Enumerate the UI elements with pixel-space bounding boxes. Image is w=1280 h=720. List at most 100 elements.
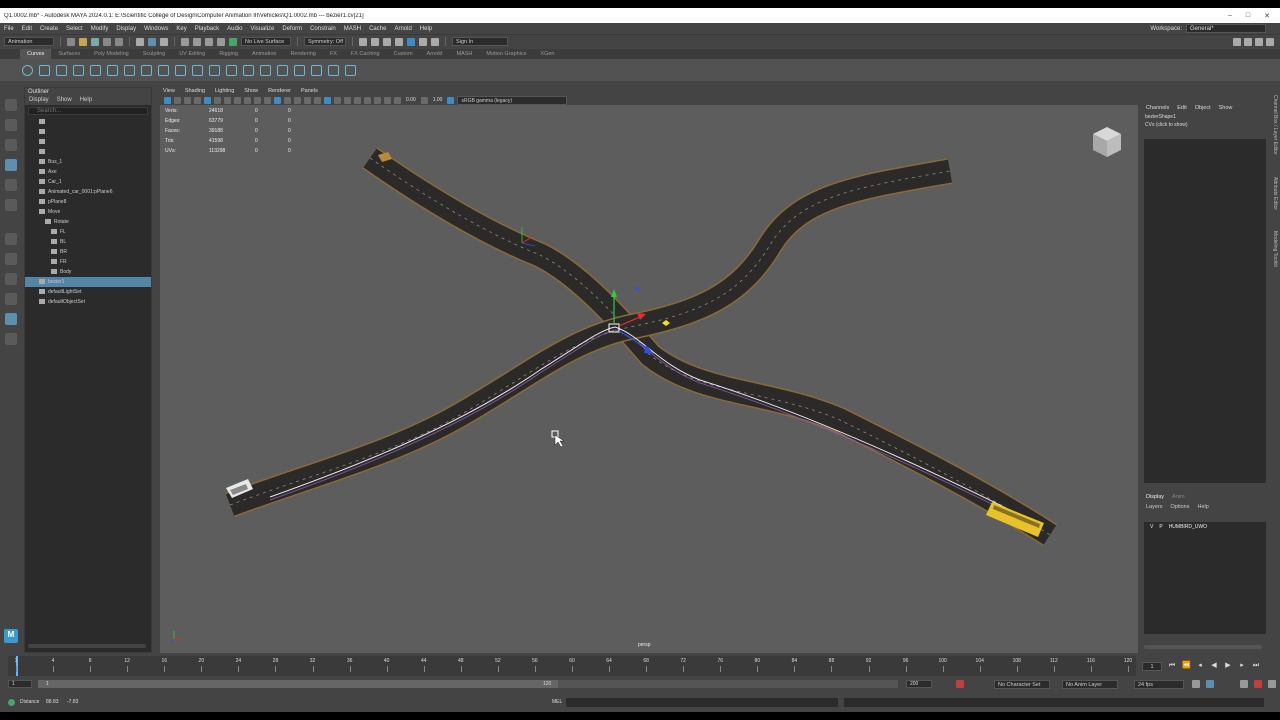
render-settings-icon[interactable] [383, 37, 391, 46]
outliner-horizontal-scrollbar[interactable] [28, 644, 146, 648]
exposure-icon[interactable] [394, 96, 401, 104]
nurbs-circle-icon[interactable] [22, 64, 33, 76]
menu-cache[interactable]: Cache [369, 26, 386, 32]
outliner-layout-icon[interactable] [5, 313, 17, 325]
xray-joints-icon[interactable] [344, 96, 351, 104]
three-point-arc-icon[interactable] [124, 64, 135, 76]
viewport-menu-shading[interactable]: Shading [185, 87, 205, 95]
wireframe-icon[interactable] [274, 96, 281, 104]
channels-edit-menu[interactable]: Edit [1177, 103, 1186, 113]
attach-curves-icon[interactable] [141, 64, 152, 76]
command-input[interactable] [566, 698, 838, 707]
layer-list-scrollbar[interactable] [1144, 645, 1262, 649]
minimize-icon[interactable]: – [1228, 12, 1232, 20]
sound-icon[interactable] [1240, 680, 1248, 688]
animation-preferences-icon[interactable] [1268, 680, 1276, 688]
menu-select[interactable]: Select [66, 26, 83, 32]
viewport-menu-show[interactable]: Show [244, 87, 258, 95]
select-camera-icon[interactable] [164, 96, 171, 104]
safe-title-icon[interactable] [264, 96, 271, 104]
outliner-item[interactable]: bezier1 [25, 277, 151, 287]
layer-row[interactable]: V P HUMBIRD_UWO [1144, 522, 1266, 532]
layers-menu[interactable]: Layers [1146, 502, 1163, 512]
shelf-tab-animation[interactable]: Animation [245, 49, 283, 59]
outliner-item[interactable] [25, 117, 151, 127]
menu-windows[interactable]: Windows [144, 26, 168, 32]
live-surface-field[interactable]: No Live Surface [241, 37, 291, 46]
outliner-item[interactable] [25, 147, 151, 157]
menu-set-dropdown[interactable]: Animation [4, 37, 54, 46]
channels-show-menu[interactable]: Show [1219, 103, 1233, 113]
pencil-curve-tool-icon[interactable] [107, 64, 118, 76]
isolate-select-icon[interactable] [324, 96, 331, 104]
close-icon[interactable]: ✕ [1264, 12, 1270, 20]
menu-create[interactable]: Create [40, 26, 58, 32]
playback-end-value[interactable]: 120 [543, 680, 551, 688]
menu-file[interactable]: File [4, 26, 14, 32]
menu-arnold[interactable]: Arnold [394, 26, 411, 32]
play-backward-icon[interactable]: ◀ [1210, 662, 1218, 670]
viewport-menu-renderer[interactable]: Renderer [268, 87, 291, 95]
viewcube-icon[interactable] [1090, 125, 1124, 159]
go-to-end-icon[interactable]: ⏭ [1252, 662, 1260, 670]
textured-icon[interactable] [294, 96, 301, 104]
bookmark-icon[interactable] [184, 96, 191, 104]
persp-graph-layout-icon[interactable] [5, 293, 17, 305]
xray-icon[interactable] [334, 96, 341, 104]
modeling-toolkit-icon[interactable] [1233, 37, 1241, 46]
safe-action-icon[interactable] [254, 96, 261, 104]
step-back-frame-icon[interactable]: ◂ [1196, 662, 1204, 670]
menu-display[interactable]: Display [116, 26, 136, 32]
hypershade-icon[interactable] [395, 37, 403, 46]
select-object-icon[interactable] [148, 37, 156, 46]
shelf-tab-uv-editing[interactable]: UV Editing [172, 49, 212, 59]
outliner-item[interactable]: Rotate [25, 217, 151, 227]
workspace-dropdown[interactable]: General* [1186, 24, 1266, 33]
snap-point-icon[interactable] [205, 37, 213, 46]
outliner-item[interactable]: FL [25, 227, 151, 237]
outliner-item[interactable]: Axe [25, 167, 151, 177]
menu-modify[interactable]: Modify [91, 26, 109, 32]
depth-of-field-icon[interactable] [384, 96, 391, 104]
gamma-icon[interactable] [420, 96, 428, 104]
mel-label[interactable]: MEL [552, 699, 562, 705]
shelf-tab-arnold[interactable]: Arnold [420, 49, 450, 59]
tab-modeling-toolkit[interactable]: Modeling Toolkit [1272, 231, 1278, 267]
outliner-item[interactable]: Move [25, 207, 151, 217]
lasso-tool-icon[interactable] [5, 119, 17, 131]
menu-key[interactable]: Key [176, 26, 186, 32]
tab-display-layers[interactable]: Display [1146, 492, 1164, 502]
maximize-icon[interactable]: □ [1246, 12, 1250, 20]
shadows-icon[interactable] [314, 96, 321, 104]
tab-attribute-editor[interactable]: Attribute Editor [1272, 177, 1278, 210]
layer-playback-toggle[interactable]: P [1159, 522, 1162, 532]
render-ipr-icon[interactable] [371, 37, 379, 46]
outliner-item[interactable] [25, 137, 151, 147]
animation-start-field[interactable]: 1 [8, 680, 32, 688]
road-curve-a[interactable] [362, 147, 1058, 546]
motion-blur-icon[interactable] [364, 96, 371, 104]
shelf-tab-fx-caching[interactable]: FX Caching [344, 49, 387, 59]
menu-help[interactable]: Help [420, 26, 432, 32]
range-track[interactable] [38, 680, 898, 688]
film-gate-icon[interactable] [214, 96, 221, 104]
viewport-menu-panels[interactable]: Panels [301, 87, 318, 95]
animation-end-field[interactable]: 200 [906, 680, 932, 688]
outliner-item[interactable]: Body [25, 267, 151, 277]
grid-icon[interactable] [204, 96, 211, 104]
outliner-menu-show[interactable]: Show [57, 96, 72, 105]
sign-in-button[interactable]: Sign In [452, 37, 508, 46]
snap-curve-icon[interactable] [193, 37, 201, 46]
add-points-icon[interactable] [243, 64, 254, 76]
playback-options-icon[interactable] [1206, 680, 1214, 688]
symmetry-dropdown[interactable]: Symmetry: Off [304, 37, 346, 46]
nurbs-square-icon[interactable] [39, 64, 50, 76]
bezier-tangent-icon[interactable] [294, 64, 305, 76]
render-frame-icon[interactable] [359, 37, 367, 46]
bezier-curve-tool-icon[interactable] [90, 64, 101, 76]
go-to-start-icon[interactable]: ⏮ [1168, 662, 1176, 670]
gate-mask-icon[interactable] [234, 96, 241, 104]
pause-icon[interactable] [431, 37, 439, 46]
outliner-search-input[interactable]: Search... [28, 107, 148, 115]
outliner-item[interactable]: defaultObjectSet [25, 297, 151, 307]
